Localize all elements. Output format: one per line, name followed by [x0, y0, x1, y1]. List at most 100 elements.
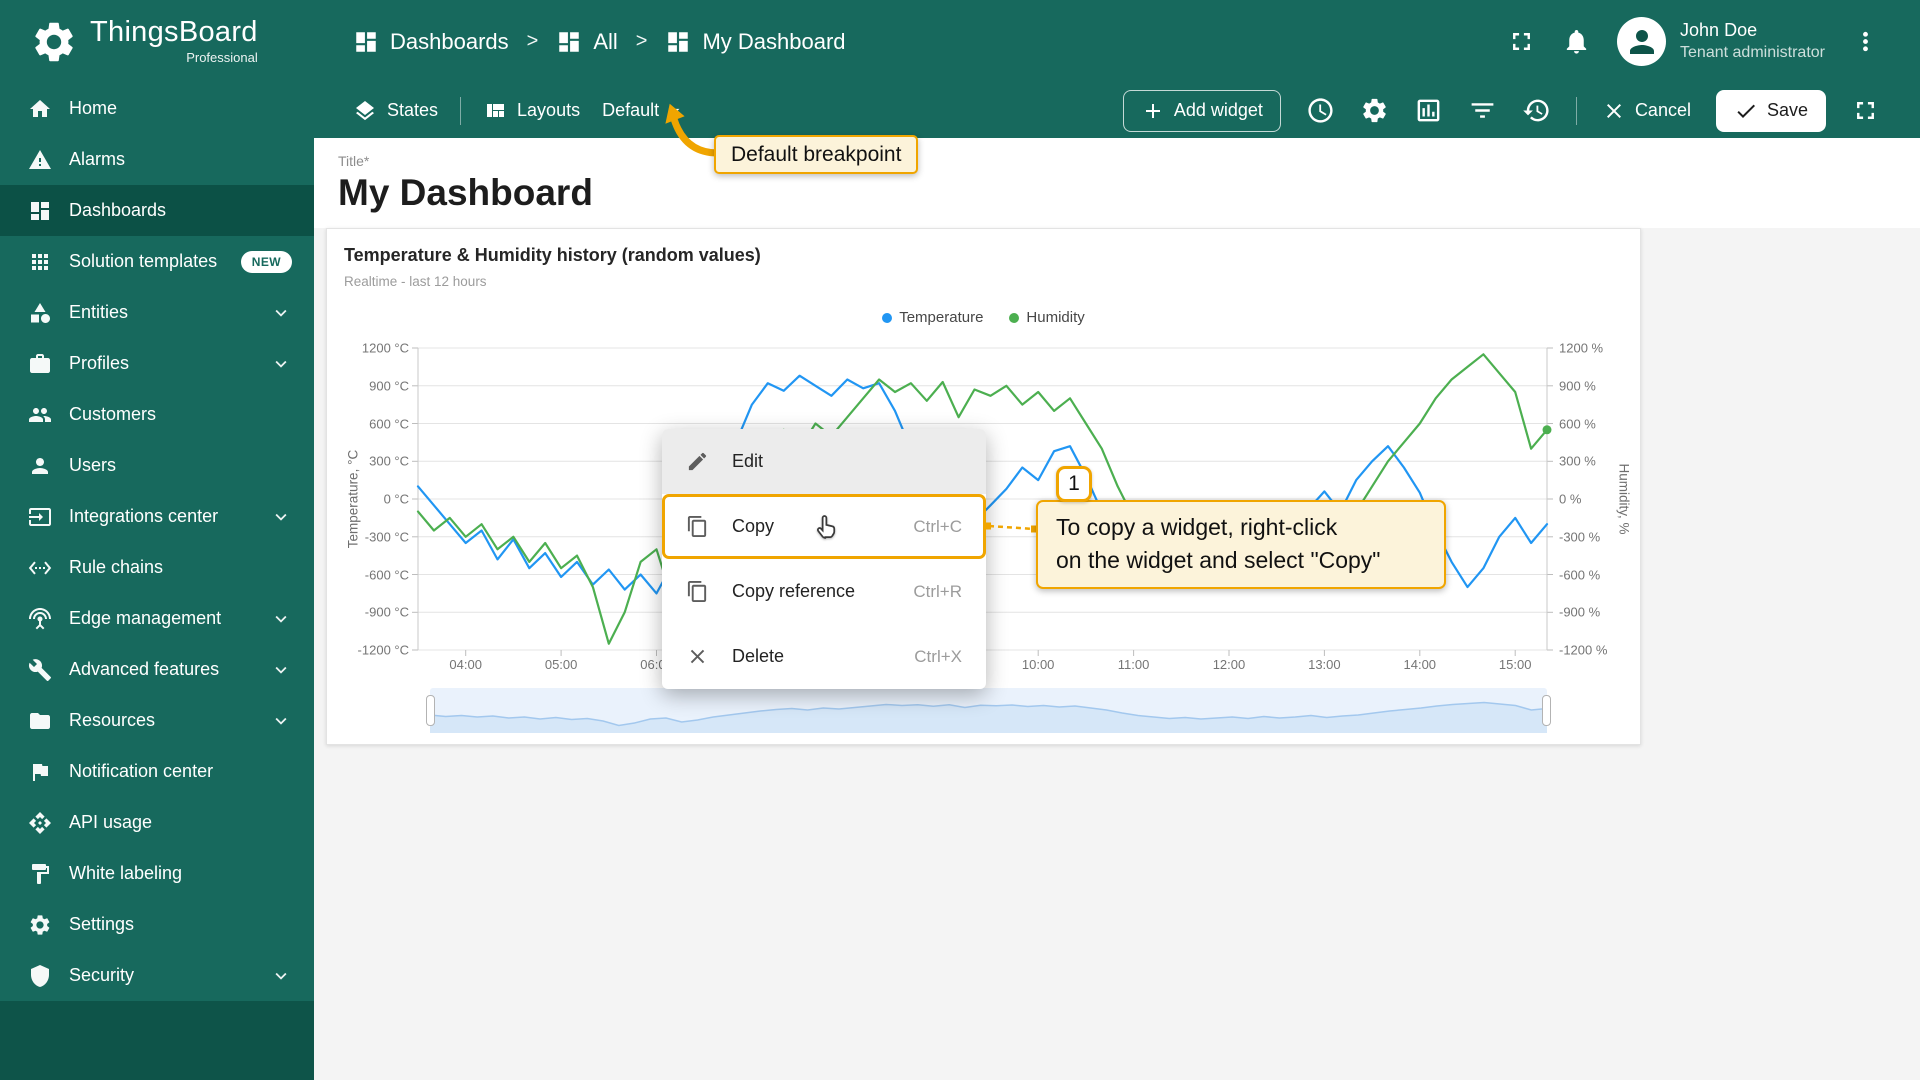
app-logo[interactable]: ThingsBoard Professional [0, 0, 314, 83]
y-tick-label: -300 °C [343, 529, 409, 544]
chevron-down-icon [270, 659, 292, 681]
sidebar-item-users[interactable]: Users [0, 440, 314, 491]
flag-icon [28, 760, 52, 784]
sidebar-item-customers[interactable]: Customers [0, 389, 314, 440]
copy-icon [686, 515, 709, 538]
chevron-down-icon [270, 965, 292, 987]
sidebar-item-solution-templates[interactable]: Solution templatesNEW [0, 236, 314, 287]
menu-item-label: Copy reference [732, 581, 890, 602]
breadcrumb-item-my-dashboard[interactable]: My Dashboard [665, 29, 845, 55]
sidebar-item-label: Resources [69, 710, 253, 731]
copy-hint-callout: To copy a widget, right-click on the wid… [1036, 500, 1446, 589]
sidebar-item-label: Settings [69, 914, 292, 935]
version-history-icon[interactable] [1522, 96, 1551, 125]
context-menu-item-edit[interactable]: Edit [662, 429, 986, 494]
cancel-button[interactable]: Cancel [1602, 99, 1691, 123]
edge-icon [28, 607, 52, 631]
range-handle-left[interactable] [426, 695, 435, 726]
notifications-bell-icon[interactable] [1562, 27, 1591, 56]
y-tick-label: -600 % [1559, 567, 1629, 582]
range-handle-right[interactable] [1542, 695, 1551, 726]
sidebar-item-advanced-features[interactable]: Advanced features [0, 644, 314, 695]
save-label: Save [1767, 100, 1808, 121]
dashboard-canvas[interactable]: Temperature & Humidity history (random v… [314, 228, 1920, 1080]
page-title[interactable]: My Dashboard [338, 172, 1920, 214]
legend-item-temperature[interactable]: Temperature [882, 309, 983, 326]
cancel-label: Cancel [1635, 100, 1691, 121]
add-widget-button[interactable]: Add widget [1123, 90, 1281, 132]
sidebar-item-settings[interactable]: Settings [0, 899, 314, 950]
chevron-down-icon [270, 710, 292, 732]
paint-icon [28, 862, 52, 886]
right-axis-title: Humidity, % [1617, 463, 1632, 534]
breadcrumb-separator: > [527, 30, 539, 53]
fullscreen-toolbar-icon[interactable] [1851, 96, 1880, 125]
sidebar-item-label: Users [69, 455, 292, 476]
legend-label: Humidity [1026, 309, 1084, 326]
sidebar-item-home[interactable]: Home [0, 83, 314, 134]
filters-icon[interactable] [1468, 96, 1497, 125]
widget-timewindow[interactable]: Realtime - last 12 hours [344, 274, 487, 289]
warning-icon [28, 148, 52, 172]
legend-item-humidity[interactable]: Humidity [1009, 309, 1084, 326]
sidebar-item-integrations-center[interactable]: Integrations center [0, 491, 314, 542]
breadcrumb-item-dashboards[interactable]: Dashboards [353, 29, 509, 55]
sidebar-item-edge-management[interactable]: Edge management [0, 593, 314, 644]
gear-icon [28, 913, 52, 937]
context-menu-item-copy[interactable]: CopyCtrl+C [662, 494, 986, 559]
user-role: Tenant administrator [1680, 43, 1825, 64]
y-tick-label: -1200 °C [343, 643, 409, 658]
person-icon [1624, 24, 1660, 60]
context-menu-item-delete[interactable]: DeleteCtrl+X [662, 624, 986, 689]
chart-legend: Temperature Humidity [327, 309, 1640, 326]
dashboard-settings-gear-icon[interactable] [1360, 96, 1389, 125]
app-name: ThingsBoard [90, 18, 258, 47]
kebab-menu-icon[interactable] [1851, 27, 1880, 56]
sidebar-item-profiles[interactable]: Profiles [0, 338, 314, 389]
sidebar-item-white-labeling[interactable]: White labeling [0, 848, 314, 899]
states-button[interactable]: States [353, 99, 438, 123]
person-icon [28, 454, 52, 478]
chevron-down-icon [270, 506, 292, 528]
chevron-down-icon [270, 608, 292, 630]
sidebar-item-alarms[interactable]: Alarms [0, 134, 314, 185]
sidebar-item-entities[interactable]: Entities [0, 287, 314, 338]
sidebar-item-notification-center[interactable]: Notification center [0, 746, 314, 797]
time-range-preview[interactable] [430, 688, 1547, 733]
people-icon [28, 403, 52, 427]
sidebar-item-api-usage[interactable]: API usage [0, 797, 314, 848]
dashboard-grid-icon [353, 29, 379, 55]
sidebar-item-label: Rule chains [69, 557, 292, 578]
pencil-icon [686, 450, 709, 473]
save-button[interactable]: Save [1716, 90, 1826, 132]
context-menu-item-copy-reference[interactable]: Copy referenceCtrl+R [662, 559, 986, 624]
context-menu: EditCopyCtrl+CCopy referenceCtrl+RDelete… [662, 429, 986, 689]
y-tick-label: -1200 % [1559, 643, 1629, 658]
hand-cursor-icon [812, 511, 842, 541]
sidebar-item-security[interactable]: Security [0, 950, 314, 1001]
topbar: Dashboards>All>My Dashboard John Doe Ten… [314, 0, 1920, 83]
entities-icon [28, 301, 52, 325]
api-icon [28, 811, 52, 835]
sidebar-item-label: Home [69, 98, 292, 119]
user-menu[interactable]: John Doe Tenant administrator [1617, 17, 1825, 66]
fullscreen-icon[interactable] [1507, 27, 1536, 56]
sidebar-item-rule-chains[interactable]: Rule chains [0, 542, 314, 593]
folder-icon [28, 709, 52, 733]
new-badge: NEW [241, 251, 292, 273]
sidebar-item-resources[interactable]: Resources [0, 695, 314, 746]
entity-aliases-icon[interactable] [1414, 96, 1443, 125]
tools-icon [28, 658, 52, 682]
avatar[interactable] [1617, 17, 1666, 66]
sidebar-item-label: Edge management [69, 608, 253, 629]
breakpoint-callout-text: Default breakpoint [731, 143, 901, 167]
x-tick-label: 14:00 [1404, 657, 1437, 672]
close-icon [686, 645, 709, 668]
sidebar-item-dashboards[interactable]: Dashboards [0, 185, 314, 236]
breadcrumb-item-all[interactable]: All [556, 29, 617, 55]
title-field-label: Title* [338, 153, 1920, 169]
layouts-button[interactable]: Layouts [483, 99, 580, 123]
dashboards-icon [28, 199, 52, 223]
layouts-icon [483, 99, 507, 123]
time-window-icon[interactable] [1306, 96, 1335, 125]
